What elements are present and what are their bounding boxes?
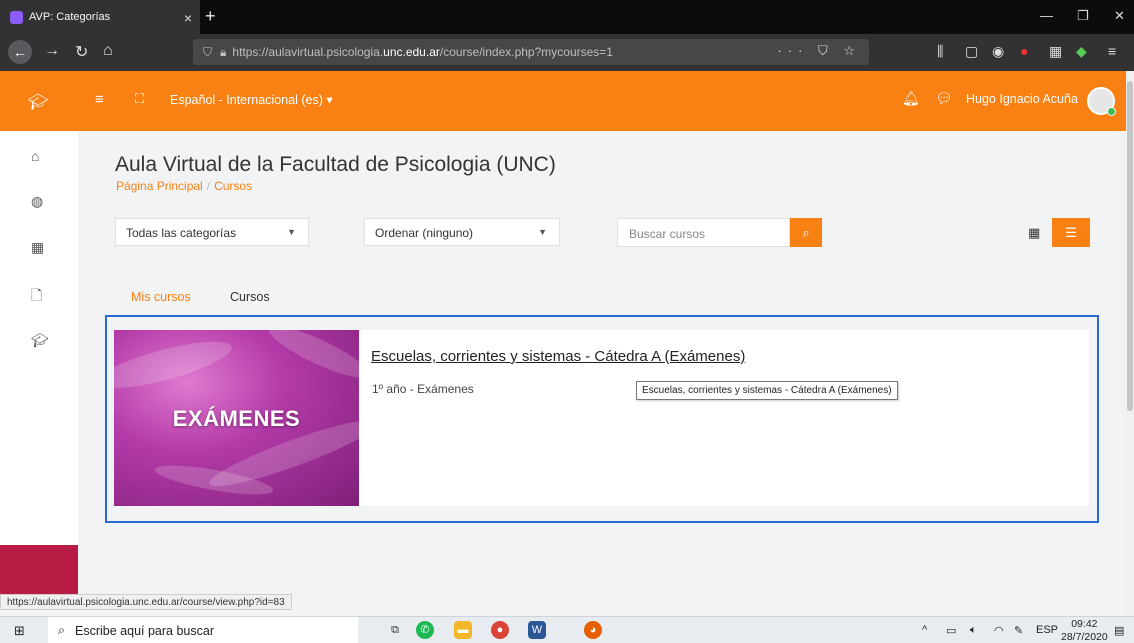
url-prefix: https://aulavirtual.psicologia.	[232, 45, 384, 59]
close-tab-icon[interactable]: ×	[184, 10, 192, 26]
hamburger-menu-icon[interactable]: ≡	[95, 91, 104, 108]
list-view-button[interactable]: ☰	[1052, 218, 1090, 247]
clock-time: 09:42	[1071, 618, 1098, 630]
back-icon[interactable]: ←	[8, 40, 32, 64]
drawer-footer	[0, 545, 78, 595]
dashboard-icon[interactable]: ◍	[31, 193, 43, 210]
taskbar-search[interactable]: ⌕ Escribe aquí para buscar	[48, 617, 358, 643]
extension-icon[interactable]: ●	[1020, 43, 1028, 59]
chevron-down-icon: ▼	[538, 227, 547, 237]
bell-icon[interactable]: 🔔︎	[902, 90, 920, 107]
new-tab-icon[interactable]: +	[205, 6, 216, 27]
url-domain: unc.edu.ar	[383, 45, 440, 59]
online-status-icon	[1107, 107, 1116, 116]
home-icon[interactable]: ⌂	[103, 42, 113, 60]
language-menu[interactable]: Español - Internacional (es) ▾	[170, 92, 333, 107]
extension-icon[interactable]: ◆	[1076, 43, 1087, 60]
search-icon: ⌕	[802, 224, 810, 240]
list-icon: ☰	[1065, 224, 1077, 240]
window-close-icon[interactable]: ✕	[1114, 8, 1125, 24]
file-icon[interactable]: 🗋︎	[31, 285, 42, 309]
volume-icon[interactable]: 🔈︎	[970, 624, 977, 637]
search-button[interactable]: ⌕	[790, 218, 822, 247]
course-title-tooltip: Escuelas, corrientes y sistemas - Cátedr…	[636, 381, 898, 400]
page-scrollbar[interactable]	[1126, 71, 1134, 616]
tab-title: AVP: Categorías	[29, 11, 111, 23]
sidebar-icon[interactable]: ▢	[965, 43, 978, 60]
whatsapp-icon[interactable]: ✆	[416, 621, 434, 639]
chevron-down-icon: ▼	[287, 227, 296, 237]
browser-tab-strip: AVP: Categorías × + — ❐ ✕	[0, 0, 1134, 34]
clock-date: 28/7/2020	[1061, 631, 1108, 643]
course-title-link[interactable]: Escuelas, corrientes y sistemas - Cátedr…	[371, 348, 745, 365]
site-favicon-icon	[10, 10, 23, 24]
url-path: /course/index.php?mycourses=1	[439, 45, 613, 59]
restore-icon[interactable]: ❐	[1077, 8, 1089, 24]
taskbar-search-text: Escribe aquí para buscar	[75, 623, 214, 638]
sort-select[interactable]: Ordenar (ninguno) ▼	[364, 218, 560, 246]
graduation-cap-icon[interactable]: 🎓︎	[28, 92, 48, 112]
site-navbar: 🎓︎ ≡ ⛶ Español - Internacional (es) ▾ 🔔︎…	[0, 71, 1134, 131]
shield-icon[interactable]: ⛉	[203, 45, 212, 60]
user-name[interactable]: Hugo Ignacio Acuña	[966, 92, 1078, 106]
sort-select-value: Ordenar (ninguno)	[375, 226, 474, 240]
course-category: 1º año - Exámenes	[372, 382, 474, 396]
input-language[interactable]: ESP	[1036, 624, 1058, 636]
course-image[interactable]: EXÁMENES	[114, 330, 359, 506]
clock[interactable]: 09:42 28/7/2020	[1061, 618, 1108, 643]
reload-icon[interactable]: ↻	[75, 42, 88, 62]
firefox-icon[interactable]: ◕	[584, 621, 602, 639]
task-view-icon[interactable]: ⧉	[386, 621, 404, 639]
home-icon[interactable]: ⌂	[31, 148, 39, 164]
chat-icon[interactable]: 💬︎	[935, 90, 953, 107]
tab-all-courses[interactable]: Cursos	[230, 290, 270, 304]
grid-extension-icon[interactable]: ▦	[1049, 43, 1062, 60]
chrome-icon[interactable]: ●	[491, 621, 509, 639]
avatar[interactable]	[1087, 87, 1116, 116]
wifi-icon[interactable]: ◠	[994, 624, 1004, 637]
minimize-icon[interactable]: —	[1040, 8, 1053, 23]
tab-my-courses[interactable]: Mis cursos	[131, 290, 191, 304]
page-title: Aula Virtual de la Facultad de Psicologi…	[115, 153, 556, 176]
breadcrumb-separator: /	[206, 179, 211, 193]
word-icon[interactable]: W	[528, 621, 546, 639]
category-select-value: Todas las categorías	[126, 226, 237, 240]
fullscreen-icon[interactable]: ⛶	[135, 91, 144, 107]
taskbar: ⊞ ⌕ Escribe aquí para buscar ⧉ ✆ ▬ ● W ◕…	[0, 616, 1134, 643]
breadcrumb-home[interactable]: Página Principal	[116, 179, 203, 193]
page-actions[interactable]: ··· ⛉ ☆	[777, 43, 861, 59]
notifications-icon[interactable]: ▤	[1114, 624, 1124, 637]
forward-icon[interactable]: →	[44, 42, 60, 60]
browser-toolbar: ← → ↻ ⌂ ⛉ 🔒︎ https://aulavirtual.psicolo…	[0, 34, 1134, 71]
browser-menu-icon[interactable]: ≡	[1108, 43, 1116, 59]
search-icon: ⌕	[58, 623, 66, 637]
pen-icon[interactable]: ✎	[1014, 624, 1023, 637]
account-icon[interactable]: ◉	[992, 43, 1004, 60]
nav-drawer: ⌂ ◍ ▦ 🗋︎ 🎓︎	[0, 131, 78, 595]
grid-view-icon[interactable]: ▦	[1028, 225, 1040, 241]
course-image-label: EXÁMENES	[172, 406, 301, 431]
url-bar[interactable]: ⛉ 🔒︎ https://aulavirtual.psicologia. unc.…	[193, 39, 869, 65]
chevron-up-icon[interactable]: ^	[922, 624, 927, 636]
breadcrumb-courses[interactable]: Cursos	[214, 179, 252, 193]
search-input[interactable]: Buscar cursos	[617, 218, 790, 247]
windows-start-icon[interactable]: ⊞	[14, 623, 25, 639]
link-status-url: https://aulavirtual.psicologia.unc.edu.a…	[0, 594, 292, 610]
breadcrumb: Página Principal / Cursos	[116, 179, 252, 193]
scrollbar-thumb[interactable]	[1127, 81, 1133, 411]
library-icon[interactable]: ⫼	[937, 43, 943, 60]
browser-tab[interactable]: AVP: Categorías ×	[0, 0, 200, 34]
courses-icon[interactable]: 🎓︎	[31, 332, 49, 349]
file-explorer-icon[interactable]: ▬	[454, 621, 472, 639]
battery-icon[interactable]: ▭	[946, 624, 956, 637]
category-select[interactable]: Todas las categorías ▼	[115, 218, 309, 246]
calendar-icon[interactable]: ▦	[31, 239, 44, 256]
lock-icon: 🔒︎	[220, 44, 227, 59]
